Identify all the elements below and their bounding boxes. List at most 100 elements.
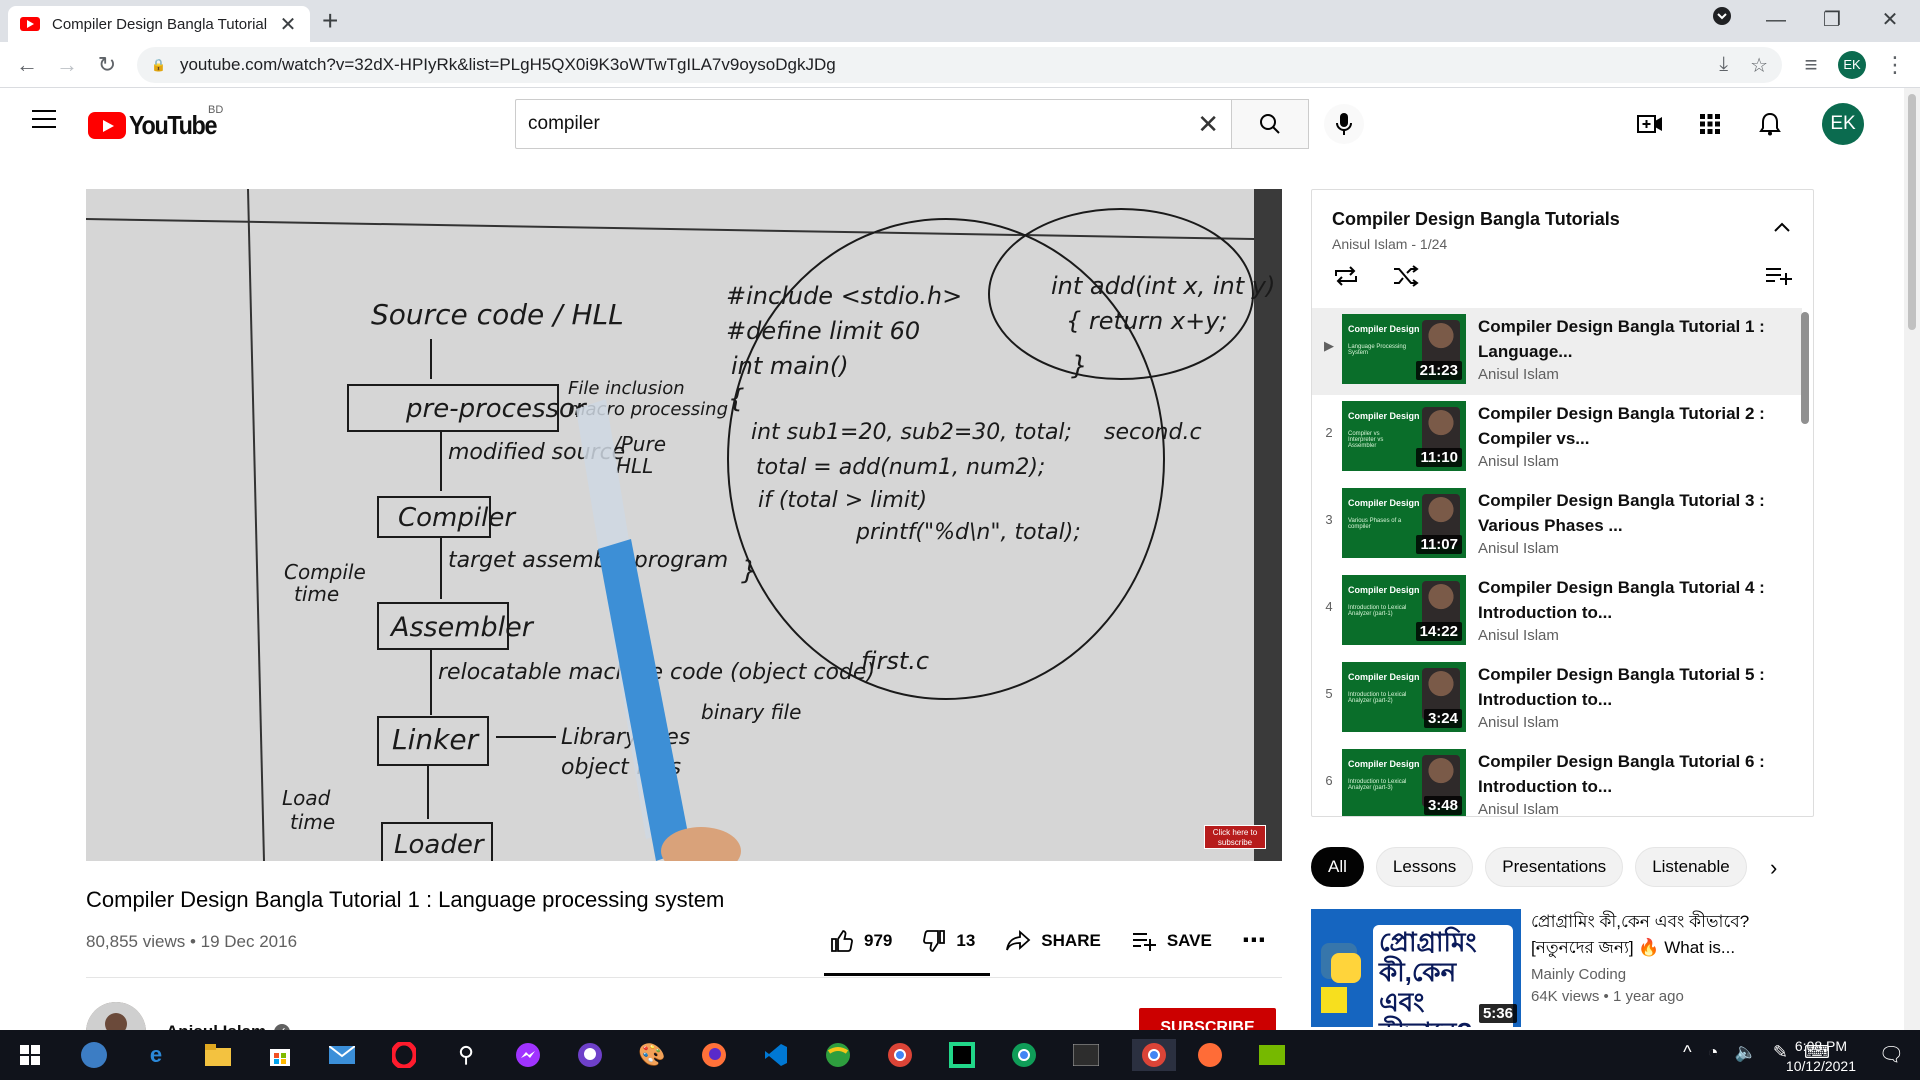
- chip-presentations[interactable]: Presentations: [1485, 847, 1624, 887]
- edge-browser-icon[interactable]: e: [140, 1039, 172, 1071]
- tab-close-icon[interactable]: ✕: [278, 12, 298, 37]
- playlist-item[interactable]: ▶ Compiler Design Language Processing Sys…: [1312, 308, 1802, 395]
- browser-profile-avatar[interactable]: EK: [1838, 51, 1866, 79]
- restore-window-button[interactable]: ❐: [1812, 4, 1852, 36]
- pycharm-icon[interactable]: [946, 1039, 978, 1071]
- page-scrollbar[interactable]: [1904, 88, 1920, 1030]
- video-thumbnail[interactable]: Compiler Design Language Processing Syste…: [1342, 314, 1466, 384]
- share-arrow-icon: [1006, 929, 1031, 950]
- address-bar[interactable]: 🔒 youtube.com/watch?v=32dX-HPIyRk&list=P…: [137, 47, 1782, 83]
- bookmark-star-icon[interactable]: ☆: [1750, 53, 1768, 78]
- reading-list-icon[interactable]: ≡: [1796, 50, 1826, 80]
- mail-icon[interactable]: [326, 1039, 358, 1071]
- playlist-title[interactable]: Compiler Design Bangla Tutorials: [1332, 209, 1620, 230]
- recommended-title[interactable]: প্রোগ্রামিং কী,কেন এবং কীভাবে? [নতুনদের …: [1531, 909, 1791, 961]
- system-clock[interactable]: 6:08 PM 10/12/2021: [1786, 1036, 1856, 1076]
- save-button[interactable]: SAVE: [1131, 930, 1212, 952]
- playlist-item-title[interactable]: Compiler Design Bangla Tutorial 6 : Intr…: [1478, 749, 1768, 799]
- terminal-icon[interactable]: [1070, 1039, 1102, 1071]
- share-button[interactable]: SHARE: [1005, 929, 1101, 952]
- shuffle-icon[interactable]: [1392, 264, 1420, 293]
- like-button[interactable]: 979: [830, 929, 892, 953]
- store-icon[interactable]: [264, 1039, 296, 1071]
- playlist-scrollbar[interactable]: [1801, 312, 1809, 424]
- video-thumbnail[interactable]: Compiler Design Introduction to Lexical A…: [1342, 662, 1466, 732]
- playlist-subtitle[interactable]: Anisul Islam - 1/24: [1332, 236, 1447, 252]
- playlist-item-title[interactable]: Compiler Design Bangla Tutorial 2 : Comp…: [1478, 401, 1768, 451]
- loop-playlist-icon[interactable]: [1332, 264, 1360, 293]
- forward-arrow-icon[interactable]: →: [52, 50, 82, 80]
- github-desktop-icon[interactable]: [574, 1039, 606, 1071]
- recommended-channel[interactable]: Mainly Coding: [1531, 966, 1626, 983]
- playlist-item[interactable]: 3 Compiler Design Various Phases of a com…: [1312, 482, 1802, 569]
- url-text[interactable]: youtube.com/watch?v=32dX-HPIyRk&list=PLg…: [180, 55, 836, 75]
- messenger-icon[interactable]: [512, 1039, 544, 1071]
- playlist-item-title[interactable]: Compiler Design Bangla Tutorial 4 : Intr…: [1478, 575, 1768, 625]
- chevron-up-icon[interactable]: ^: [1683, 1042, 1691, 1063]
- postman-icon[interactable]: [1194, 1039, 1226, 1071]
- video-thumbnail[interactable]: Compiler Design Various Phases of a compi…: [1342, 488, 1466, 558]
- chip-lessons[interactable]: Lessons: [1375, 847, 1474, 887]
- browser-tab-active[interactable]: Compiler Design Bangla Tutorial ✕: [8, 6, 310, 42]
- add-to-playlist-icon[interactable]: [1765, 266, 1793, 291]
- windows-start-icon[interactable]: [14, 1039, 46, 1071]
- close-window-button[interactable]: ✕: [1870, 4, 1910, 36]
- satellite-app-icon[interactable]: ⚲: [450, 1039, 482, 1071]
- playlist-item[interactable]: 4 Compiler Design Introduction to Lexical…: [1312, 569, 1802, 656]
- search-button[interactable]: [1231, 99, 1309, 149]
- playlist-item[interactable]: 2 Compiler Design Compiler vs Interpreter…: [1312, 395, 1802, 482]
- clear-search-icon[interactable]: ✕: [1197, 109, 1219, 140]
- chevron-right-icon[interactable]: ›: [1770, 855, 1777, 881]
- chrome-active-icon[interactable]: [1132, 1039, 1176, 1071]
- chrome-icon[interactable]: [1008, 1039, 1040, 1071]
- video-thumbnail[interactable]: Compiler Design Introduction to Lexical A…: [1342, 575, 1466, 645]
- lock-icon[interactable]: 🔒: [151, 58, 166, 72]
- scrollbar-thumb[interactable]: [1908, 94, 1916, 330]
- install-app-icon[interactable]: ⤓: [1719, 53, 1728, 78]
- playlist-item-title[interactable]: Compiler Design Bangla Tutorial 3 : Vari…: [1478, 488, 1768, 538]
- chip-all[interactable]: All: [1311, 847, 1364, 887]
- playlist-item[interactable]: 6 Compiler Design Introduction to Lexical…: [1312, 743, 1802, 816]
- chip-listenable[interactable]: Listenable: [1635, 847, 1747, 887]
- wifi-icon[interactable]: ◔: [1708, 1042, 1719, 1063]
- tab-search-icon[interactable]: [1702, 4, 1742, 36]
- sentiment-bar: [824, 973, 990, 976]
- hamburger-menu-icon[interactable]: [32, 110, 56, 128]
- browser-menu-icon[interactable]: ⋮: [1880, 50, 1910, 80]
- account-avatar[interactable]: EK: [1822, 103, 1864, 145]
- vscode-icon[interactable]: [760, 1039, 792, 1071]
- search-query[interactable]: compiler: [528, 113, 1197, 135]
- video-player[interactable]: Source code / HLL pre-processor File inc…: [86, 189, 1282, 861]
- file-explorer-icon[interactable]: [202, 1039, 234, 1071]
- dislike-button[interactable]: 13: [922, 929, 975, 953]
- create-video-icon[interactable]: [1636, 110, 1664, 138]
- video-thumbnail[interactable]: Compiler Design Introduction to Lexical A…: [1342, 749, 1466, 816]
- firefox-icon[interactable]: [698, 1039, 730, 1071]
- video-thumbnail[interactable]: Compiler Design Compiler vs Interpreter v…: [1342, 401, 1466, 471]
- paint-app-icon[interactable]: 🎨: [636, 1039, 668, 1071]
- minimize-window-button[interactable]: —: [1756, 4, 1796, 36]
- qbittorrent-icon[interactable]: [78, 1039, 110, 1071]
- playlist-item[interactable]: 5 Compiler Design Introduction to Lexical…: [1312, 656, 1802, 743]
- playlist-item-title[interactable]: Compiler Design Bangla Tutorial 5 : Intr…: [1478, 662, 1768, 712]
- duration-badge: 5:36: [1478, 1004, 1517, 1023]
- playlist-item-title[interactable]: Compiler Design Bangla Tutorial 1 : Lang…: [1478, 314, 1768, 364]
- recommended-thumbnail[interactable]: প্রোগ্রামিং কী,কেন এবং কীভাবে? 5:36: [1311, 909, 1521, 1027]
- more-actions-button[interactable]: ⋯: [1242, 926, 1266, 955]
- subscribe-watermark-button[interactable]: Click here to subscribe: [1204, 825, 1266, 849]
- new-tab-button[interactable]: +: [322, 6, 338, 36]
- collapse-playlist-icon[interactable]: [1773, 220, 1791, 238]
- back-arrow-icon[interactable]: ←: [12, 50, 42, 80]
- apps-grid-icon[interactable]: [1696, 110, 1724, 138]
- notification-center-icon[interactable]: 🗨: [1879, 1042, 1904, 1067]
- opera-icon[interactable]: [388, 1039, 420, 1071]
- search-input[interactable]: compiler ✕: [515, 99, 1232, 149]
- nvidia-icon[interactable]: [1256, 1039, 1288, 1071]
- volume-icon[interactable]: 🔈: [1735, 1042, 1757, 1063]
- reload-icon[interactable]: ↻: [92, 50, 122, 80]
- youtube-logo[interactable]: YouTube BD: [88, 104, 226, 141]
- voice-search-button[interactable]: [1324, 104, 1364, 144]
- maps-globe-icon[interactable]: [822, 1039, 854, 1071]
- notifications-bell-icon[interactable]: [1756, 110, 1784, 138]
- chrome-profile-icon[interactable]: [884, 1039, 916, 1071]
